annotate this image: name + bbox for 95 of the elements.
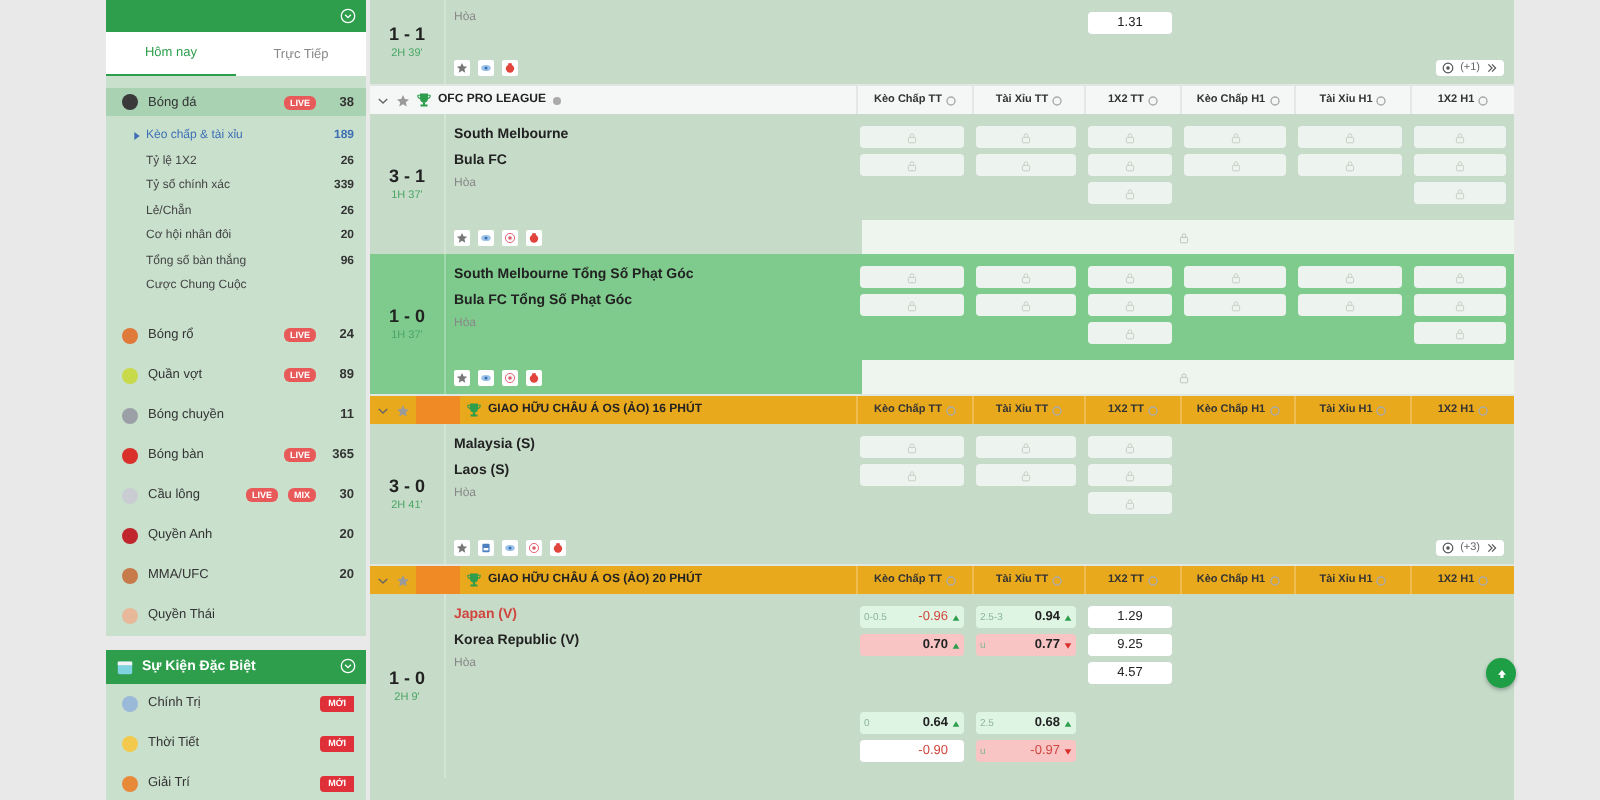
lock-icon <box>906 271 918 283</box>
info-icon <box>1052 405 1063 415</box>
chevron-icon[interactable] <box>376 403 390 417</box>
info-icon <box>552 95 563 105</box>
alarm-icon[interactable] <box>550 539 566 555</box>
lock-icon <box>1454 271 1466 283</box>
lock-icon <box>1229 271 1241 283</box>
caret-icon <box>134 132 140 141</box>
collapse-icon[interactable] <box>340 658 356 674</box>
lock-icon <box>1454 299 1466 311</box>
lock-icon <box>1124 187 1136 199</box>
info-icon <box>1052 95 1063 105</box>
trophy-icon <box>416 92 432 108</box>
lock-icon <box>1229 159 1241 171</box>
match-score: 1 - 1 <box>388 24 425 44</box>
target-icon[interactable] <box>502 229 518 245</box>
star-icon[interactable] <box>396 573 410 587</box>
lock-icon <box>1124 159 1136 171</box>
chevron-icon[interactable] <box>376 573 390 587</box>
match-score: 1 - 0 <box>388 306 425 326</box>
eye-icon[interactable] <box>478 59 494 75</box>
stream-tag <box>416 566 460 594</box>
lock-icon <box>1229 131 1241 143</box>
soccer-ball-icon <box>1442 61 1455 73</box>
double-chevron-icon <box>1486 541 1498 553</box>
target-icon[interactable] <box>526 539 542 555</box>
info-icon <box>945 95 956 105</box>
lock-icon <box>1344 299 1356 311</box>
lock-icon <box>1020 469 1032 481</box>
lock-icon <box>1344 131 1356 143</box>
info-icon <box>1478 405 1489 415</box>
lock-icon <box>906 469 918 481</box>
eye-icon[interactable] <box>478 229 494 245</box>
star-icon[interactable] <box>396 403 410 417</box>
star-icon[interactable] <box>454 229 470 245</box>
lock-icon <box>1124 469 1136 481</box>
info-icon <box>1052 575 1063 585</box>
lock-icon <box>1344 159 1356 171</box>
lock-icon <box>1454 131 1466 143</box>
lock-icon <box>1020 159 1032 171</box>
lock-icon <box>1229 299 1241 311</box>
double-chevron-icon <box>1486 61 1498 73</box>
info-icon <box>945 405 956 415</box>
star-icon[interactable] <box>454 539 470 555</box>
eye-icon[interactable] <box>478 369 494 385</box>
info-icon <box>1376 575 1387 585</box>
lock-icon <box>906 299 918 311</box>
lock-icon <box>1454 187 1466 199</box>
lock-icon <box>1124 299 1136 311</box>
lock-icon <box>906 159 918 171</box>
info-icon <box>1269 95 1280 105</box>
lock-icon <box>1124 271 1136 283</box>
lock-icon <box>1020 271 1032 283</box>
trophy-icon <box>466 572 482 588</box>
info-icon <box>1376 95 1387 105</box>
lock-icon <box>1020 131 1032 143</box>
info-icon <box>1478 575 1489 585</box>
info-icon <box>1376 405 1387 415</box>
info-icon <box>1148 405 1159 415</box>
match-score: 3 - 1 <box>388 166 425 186</box>
star-icon[interactable] <box>454 59 470 75</box>
target-icon[interactable] <box>502 369 518 385</box>
lock-icon <box>1124 497 1136 509</box>
lock-icon <box>1124 441 1136 453</box>
arrow-up-icon <box>1493 665 1509 681</box>
lock-icon <box>1454 159 1466 171</box>
soccer-ball-icon <box>1442 541 1455 553</box>
calendar-icon <box>116 657 134 675</box>
lock-icon <box>906 441 918 453</box>
collapse-icon[interactable] <box>340 8 356 24</box>
tv-icon[interactable] <box>478 539 494 555</box>
match-score: 1 - 0 <box>388 668 425 688</box>
trophy-icon <box>466 402 482 418</box>
alarm-icon[interactable] <box>502 59 518 75</box>
star-icon[interactable] <box>454 369 470 385</box>
info-icon <box>945 575 956 585</box>
stream-tag <box>416 396 460 424</box>
info-icon <box>1478 95 1489 105</box>
lock-icon <box>906 131 918 143</box>
lock-icon <box>1124 327 1136 339</box>
info-icon <box>1269 405 1280 415</box>
lock-icon <box>1124 131 1136 143</box>
eye-icon[interactable] <box>502 539 518 555</box>
star-icon[interactable] <box>396 93 410 107</box>
info-icon <box>1148 95 1159 105</box>
match-score: 3 - 0 <box>388 476 425 496</box>
chevron-icon[interactable] <box>376 93 390 107</box>
alarm-icon[interactable] <box>526 369 542 385</box>
lock-icon <box>1020 441 1032 453</box>
lock-icon <box>1344 271 1356 283</box>
lock-icon <box>1020 299 1032 311</box>
info-icon <box>1269 575 1280 585</box>
info-icon <box>1148 575 1159 585</box>
lock-icon <box>1454 327 1466 339</box>
alarm-icon[interactable] <box>526 229 542 245</box>
